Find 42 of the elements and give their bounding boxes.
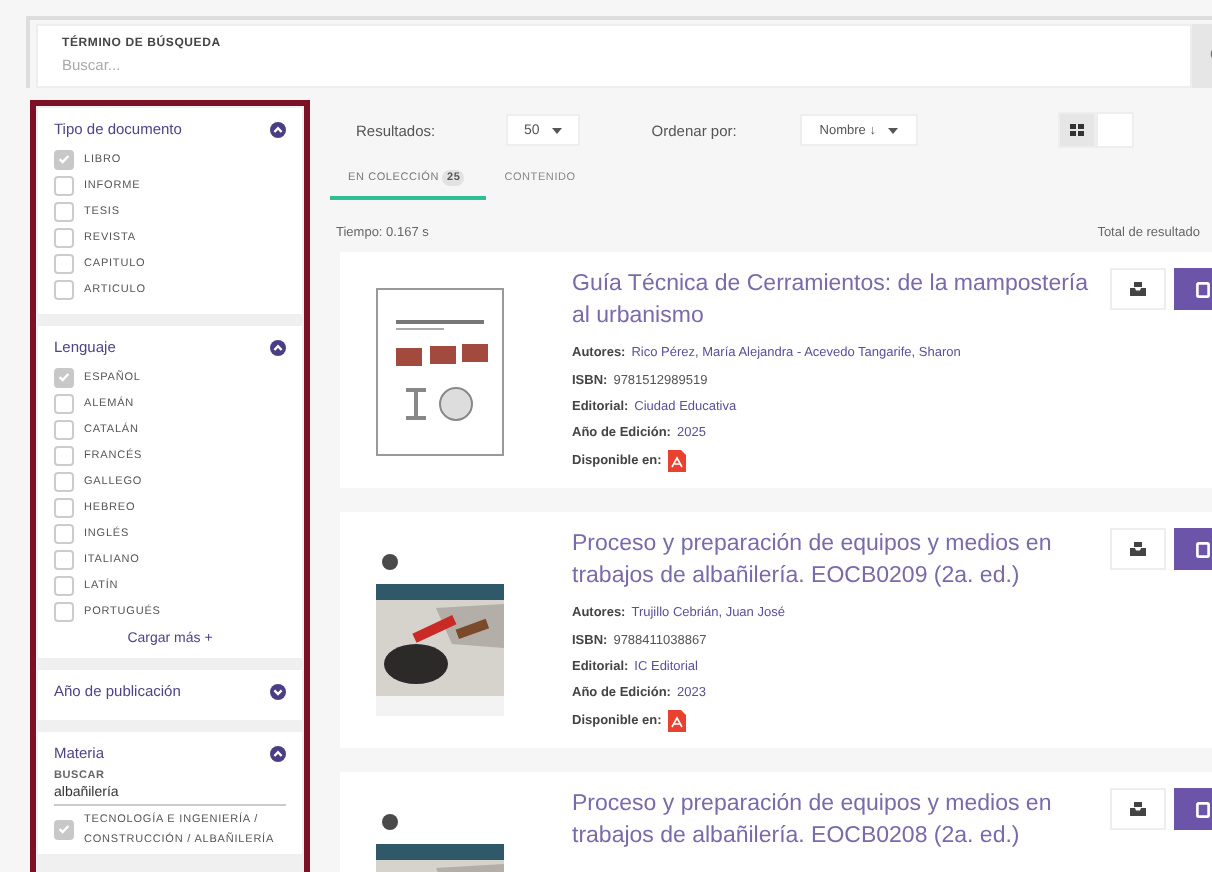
square-icon	[1195, 281, 1209, 297]
tray-icon	[1130, 802, 1146, 816]
checkbox[interactable]	[54, 819, 74, 839]
book-title-link[interactable]: Proceso y preparación de equipos y medios en trabajos de albañilería. EOCB0209 (2a. ed.)	[572, 528, 1092, 592]
collapse-icon[interactable]	[270, 745, 286, 761]
check-icon	[58, 372, 70, 382]
collapse-icon[interactable]	[270, 121, 286, 137]
square-icon	[1195, 541, 1209, 557]
save-button[interactable]	[1110, 268, 1166, 310]
checkbox[interactable]	[54, 367, 74, 387]
checkbox[interactable]	[54, 471, 74, 491]
book-title-link[interactable]: Proceso y preparación de equipos y medios en trabajos de albañilería. EOCB0208 (2a. ed.)	[572, 788, 1092, 852]
checkbox[interactable]	[54, 201, 74, 221]
expand-icon[interactable]	[270, 683, 286, 699]
checkbox[interactable]	[54, 279, 74, 299]
checkbox[interactable]	[54, 393, 74, 413]
tray-icon	[1130, 542, 1146, 556]
save-button[interactable]	[1110, 788, 1166, 830]
check-icon	[58, 824, 70, 834]
save-button[interactable]	[1110, 528, 1166, 570]
checkbox[interactable]	[54, 445, 74, 465]
checkbox[interactable]	[54, 227, 74, 247]
caret-icon	[887, 127, 898, 133]
checkbox[interactable]	[54, 549, 74, 569]
checkbox[interactable]	[54, 149, 74, 169]
checkbox[interactable]	[54, 575, 74, 595]
grid-view-button[interactable]	[1057, 112, 1096, 148]
book-title-link[interactable]: Guía Técnica de Cerramientos: de la mampostería al urbanismo	[572, 268, 1092, 332]
checkbox[interactable]	[54, 253, 74, 273]
checkbox[interactable]	[54, 497, 74, 517]
checkbox[interactable]	[54, 523, 74, 543]
collapse-icon[interactable]	[270, 339, 286, 355]
checkbox[interactable]	[54, 175, 74, 195]
caret-icon	[551, 127, 562, 133]
pdf-icon[interactable]	[667, 709, 686, 732]
checkbox[interactable]	[54, 419, 74, 439]
tray-icon	[1130, 282, 1146, 296]
pdf-icon[interactable]	[667, 449, 686, 472]
square-icon	[1195, 801, 1209, 817]
checkbox[interactable]	[54, 601, 74, 621]
grid-icon	[1069, 124, 1084, 136]
check-icon	[58, 154, 70, 164]
